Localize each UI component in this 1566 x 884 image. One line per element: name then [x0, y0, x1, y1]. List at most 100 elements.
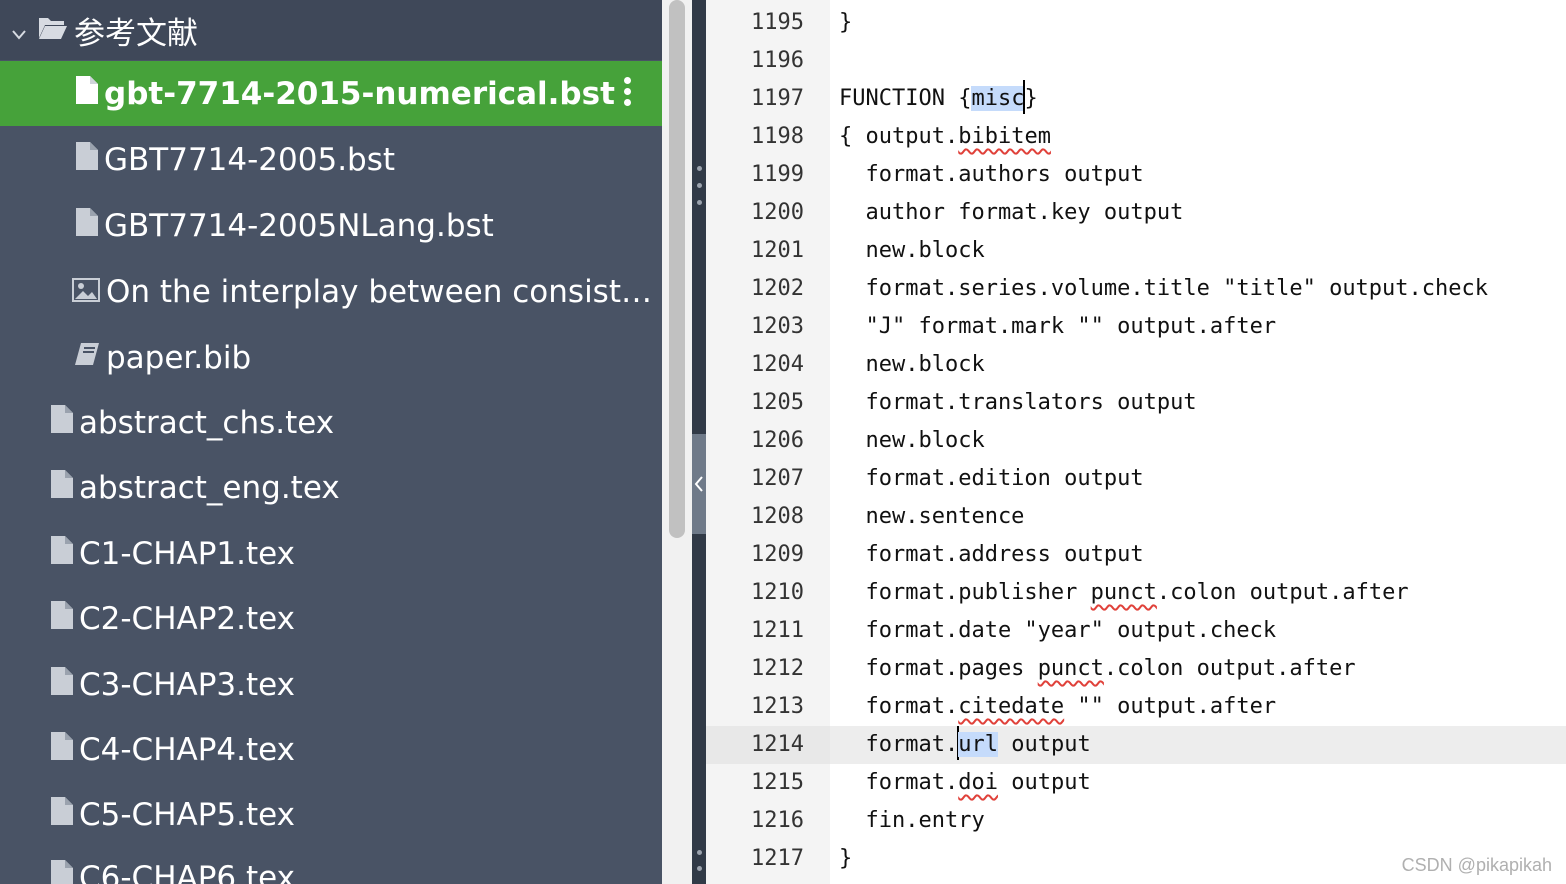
chevron-left-icon: [694, 476, 703, 492]
line-number: 1199: [751, 162, 804, 187]
file-icon: [76, 141, 98, 178]
drag-handle-dot: [697, 183, 702, 188]
file-icon: [76, 207, 98, 244]
code-text: .colon output.after: [1156, 580, 1409, 605]
code-line[interactable]: "J" format.mark "" output.after: [839, 308, 1276, 346]
code-line[interactable]: fin.entry: [839, 802, 984, 840]
code-line[interactable]: author format.key output: [839, 194, 1183, 232]
code-line[interactable]: format.series.volume.title "title" outpu…: [839, 270, 1488, 308]
drag-handle-dot: [697, 866, 702, 871]
book-icon: [74, 340, 100, 376]
code-line[interactable]: new.sentence: [839, 498, 1024, 536]
tree-file-interplay-image[interactable]: On the interplay between consistency, .: [0, 259, 662, 324]
file-label: abstract_eng.tex: [79, 469, 340, 506]
code-text: FUNCTION {: [839, 86, 972, 111]
tree-file-gbt-7714-2015-numerical[interactable]: gbt-7714-2015-numerical.bst: [0, 61, 662, 126]
chevron-down-icon: [12, 12, 26, 48]
code-text: format.: [839, 770, 959, 795]
line-number: 1209: [751, 542, 804, 567]
selection-highlight: misc: [971, 86, 1025, 111]
drag-handle-dot: [697, 166, 702, 171]
tree-file-c3-chap3[interactable]: C3-CHAP3.tex: [0, 652, 662, 717]
tree-file-abstract-eng[interactable]: abstract_eng.tex: [0, 455, 662, 520]
code-line[interactable]: format.address output: [839, 536, 1143, 574]
code-editor[interactable]: } FUNCTION {misc} { output.bibitem forma…: [830, 0, 1566, 884]
file-label: C4-CHAP4.tex: [79, 731, 296, 768]
code-line[interactable]: format.citedate "" output.after: [839, 688, 1276, 726]
code-text: "" output.after: [1064, 694, 1277, 719]
file-icon: [51, 731, 73, 768]
line-number: 1201: [751, 238, 804, 263]
code-line[interactable]: }: [839, 4, 852, 42]
line-number: 1197: [751, 86, 804, 111]
tree-file-c6-chap6[interactable]: C6-CHAP6.tex: [0, 845, 662, 884]
selection-highlight: url: [958, 732, 998, 757]
drag-handle-dot: [697, 850, 702, 855]
file-icon: [51, 796, 73, 833]
folder-open-icon: [38, 12, 68, 48]
file-label: C3-CHAP3.tex: [79, 666, 296, 703]
more-options-icon[interactable]: [624, 77, 632, 107]
file-label: On the interplay between consistency, .: [106, 273, 662, 310]
folder-label: 参考文献: [74, 15, 198, 52]
file-label: C1-CHAP1.tex: [79, 535, 296, 572]
file-label: GBT7714-2005NLang.bst: [104, 207, 494, 244]
code-line[interactable]: FUNCTION {misc}: [839, 80, 1038, 118]
line-number-gutter: 1195 1196 1197 1198 1199 1200 1201 1202 …: [706, 0, 830, 884]
tree-file-c4-chap4[interactable]: C4-CHAP4.tex: [0, 717, 662, 782]
line-number: 1202: [751, 276, 804, 301]
line-number: 1210: [751, 580, 804, 605]
line-number: 1206: [751, 428, 804, 453]
code-line[interactable]: format.date "year" output.check: [839, 612, 1276, 650]
code-line[interactable]: { output.bibitem: [839, 118, 1051, 156]
tree-folder-references[interactable]: 参考文献: [0, 0, 662, 60]
tree-file-c1-chap1[interactable]: C1-CHAP1.tex: [0, 521, 662, 586]
file-tree: 参考文献 gbt-7714-2015-numerical.bst GBT7714…: [0, 0, 662, 884]
file-icon: [51, 535, 73, 572]
code-line[interactable]: format.publisher punct.colon output.afte…: [839, 574, 1409, 612]
code-line[interactable]: format.translators output: [839, 384, 1196, 422]
code-line[interactable]: format.doi output: [839, 764, 1091, 802]
code-line[interactable]: format.authors output: [839, 156, 1143, 194]
file-label: C5-CHAP5.tex: [79, 796, 296, 833]
line-number: 1215: [751, 770, 804, 795]
code-text: output: [997, 732, 1091, 757]
code-line[interactable]: format.edition output: [839, 460, 1143, 498]
tree-file-abstract-chs[interactable]: abstract_chs.tex: [0, 390, 662, 455]
tree-file-c5-chap5[interactable]: C5-CHAP5.tex: [0, 782, 662, 847]
line-number: 1204: [751, 352, 804, 377]
code-text: format.publisher: [839, 580, 1091, 605]
scrollbar-thumb[interactable]: [669, 0, 685, 538]
tree-file-gbt7714-2005[interactable]: GBT7714-2005.bst: [0, 127, 662, 192]
line-number: 1205: [751, 390, 804, 415]
code-line-active[interactable]: format.url output: [839, 726, 1091, 764]
line-number: 1212: [751, 656, 804, 681]
line-number: 1216: [751, 808, 804, 833]
file-label: gbt-7714-2015-numerical.bst: [104, 75, 615, 112]
code-line[interactable]: new.block: [839, 232, 984, 270]
drag-handle-dot: [697, 200, 702, 205]
line-number: 1196: [751, 48, 804, 73]
file-label: paper.bib: [106, 339, 252, 376]
code-line[interactable]: new.block: [839, 346, 984, 384]
code-text: format.: [839, 732, 959, 757]
line-number: 1198: [751, 124, 804, 149]
code-line[interactable]: new.block: [839, 422, 984, 460]
file-icon: [51, 404, 73, 441]
line-number-active: 1214: [706, 726, 830, 764]
line-number: 1207: [751, 466, 804, 491]
code-text: output: [997, 770, 1091, 795]
collapse-sidebar-button[interactable]: [692, 434, 706, 534]
line-number: 1217: [751, 846, 804, 871]
code-line[interactable]: }: [839, 840, 852, 878]
file-label: C6-CHAP6.tex: [79, 859, 296, 884]
code-text: }: [1024, 86, 1038, 111]
tree-file-gbt7714-2005nlang[interactable]: GBT7714-2005NLang.bst: [0, 193, 662, 258]
code-line[interactable]: format.pages punct.colon output.after: [839, 650, 1355, 688]
file-icon: [51, 859, 73, 884]
tree-file-paper-bib[interactable]: paper.bib: [0, 325, 662, 390]
tree-file-c2-chap2[interactable]: C2-CHAP2.tex: [0, 586, 662, 651]
line-number: 1213: [751, 694, 804, 719]
spellcheck-squiggle: bibitem: [958, 124, 1051, 149]
watermark: CSDN @pikapikah: [1401, 855, 1552, 875]
